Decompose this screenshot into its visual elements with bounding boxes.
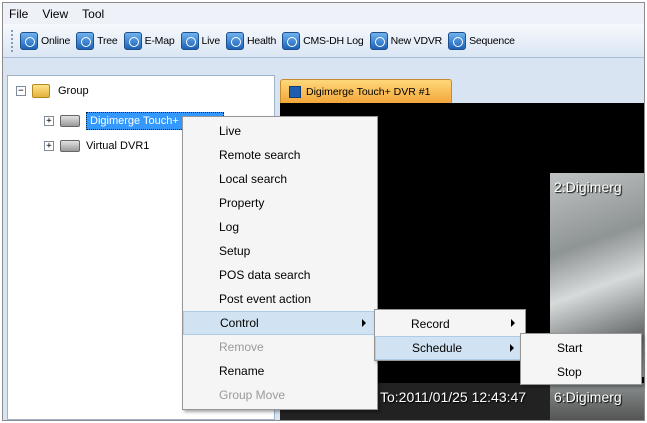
menu-file[interactable]: File bbox=[9, 7, 28, 21]
toolbar: Online Tree E-Map Live Health CMS-DH Log… bbox=[3, 24, 644, 58]
menu-item-remote-search[interactable]: Remote search bbox=[183, 143, 377, 167]
menu-item-label: Remote search bbox=[219, 148, 301, 162]
menu-view[interactable]: View bbox=[42, 7, 68, 21]
menu-item-label: POS data search bbox=[219, 268, 311, 282]
log-icon bbox=[282, 31, 301, 50]
dvr-icon bbox=[60, 140, 80, 152]
schedule-submenu: Start Stop bbox=[520, 333, 642, 385]
tab-dvr1[interactable]: Digimerge Touch+ DVR #1 bbox=[280, 79, 452, 103]
menu-item-label: Record bbox=[411, 317, 450, 331]
live-icon bbox=[180, 31, 199, 50]
tree-node-label: Virtual DVR1 bbox=[86, 140, 150, 152]
menu-item-label: Control bbox=[220, 316, 259, 330]
control-submenu: Record Schedule bbox=[374, 309, 526, 361]
tree-node-label: Group bbox=[58, 85, 89, 97]
toolbar-grip[interactable] bbox=[11, 29, 14, 52]
menu-item-label: Group Move bbox=[219, 388, 286, 402]
health-button[interactable]: Health bbox=[225, 31, 277, 50]
menu-tool[interactable]: Tool bbox=[82, 7, 104, 21]
menu-item-label: Log bbox=[219, 220, 240, 234]
tree-node-virtual-dvr[interactable]: + Virtual DVR1 bbox=[44, 140, 149, 152]
emap-button[interactable]: E-Map bbox=[123, 31, 175, 50]
menu-item-label: Property bbox=[219, 196, 265, 210]
menu-item-property[interactable]: Property bbox=[183, 191, 377, 215]
folder-icon bbox=[32, 84, 50, 98]
new-vdvr-button[interactable]: New VDVR bbox=[369, 31, 443, 50]
health-label: Health bbox=[246, 34, 277, 47]
tab-strip: Digimerge Touch+ DVR #1 bbox=[280, 77, 644, 103]
live-button[interactable]: Live bbox=[180, 31, 221, 50]
grid-icon bbox=[289, 85, 301, 98]
menu-item-label: Live bbox=[219, 124, 242, 138]
submenu-arrow-icon bbox=[362, 319, 366, 327]
menu-item-group-move: Group Move bbox=[183, 383, 377, 407]
collapse-icon[interactable]: − bbox=[16, 86, 26, 96]
sequence-button[interactable]: Sequence bbox=[448, 31, 515, 50]
health-icon bbox=[225, 31, 244, 50]
live-label: Live bbox=[201, 34, 221, 47]
tab-title: Digimerge Touch+ DVR #1 bbox=[306, 85, 431, 98]
camera-cell-6[interactable]: 6:Digimerg bbox=[550, 383, 644, 420]
cms-log-button[interactable]: CMS-DH Log bbox=[282, 31, 364, 50]
new-vdvr-label: New VDVR bbox=[390, 34, 443, 47]
menu-item-setup[interactable]: Setup bbox=[183, 239, 377, 263]
menu-item-pos-data-search[interactable]: POS data search bbox=[183, 263, 377, 287]
submenu-item-start[interactable]: Start bbox=[521, 336, 641, 360]
sequence-label: Sequence bbox=[469, 34, 515, 47]
submenu-item-record[interactable]: Record bbox=[375, 312, 525, 336]
menu-item-label: Local search bbox=[219, 172, 288, 186]
menu-item-label: Stop bbox=[557, 365, 582, 379]
menu-item-post-event-action[interactable]: Post event action bbox=[183, 287, 377, 311]
menu-item-live[interactable]: Live bbox=[183, 119, 377, 143]
menu-item-label: Setup bbox=[219, 244, 251, 258]
menu-item-rename[interactable]: Rename bbox=[183, 359, 377, 383]
online-button[interactable]: Online bbox=[20, 31, 71, 50]
menu-item-label: Remove bbox=[219, 340, 264, 354]
submenu-arrow-icon bbox=[510, 344, 514, 352]
vdvr-icon bbox=[369, 31, 388, 50]
menu-item-label: Rename bbox=[219, 364, 265, 378]
camera-label: 2:Digimerg bbox=[554, 179, 622, 195]
tree-button[interactable]: Tree bbox=[76, 31, 118, 50]
online-icon bbox=[20, 31, 38, 50]
menu-item-label: Schedule bbox=[412, 341, 463, 355]
menu-item-local-search[interactable]: Local search bbox=[183, 167, 377, 191]
cms-log-label: CMS-DH Log bbox=[303, 34, 364, 47]
tree-icon bbox=[76, 31, 95, 50]
online-label: Online bbox=[41, 34, 71, 47]
submenu-arrow-icon bbox=[511, 319, 515, 327]
menu-item-remove: Remove bbox=[183, 335, 377, 359]
submenu-item-stop[interactable]: Stop bbox=[521, 360, 641, 384]
dvr-icon bbox=[60, 115, 80, 127]
menu-item-control[interactable]: Control bbox=[183, 311, 377, 335]
submenu-item-schedule[interactable]: Schedule bbox=[375, 336, 525, 360]
tree-node-group[interactable]: − Group bbox=[16, 84, 89, 98]
expand-icon[interactable]: + bbox=[44, 116, 54, 126]
expand-icon[interactable]: + bbox=[44, 141, 54, 151]
menu-item-label: Post event action bbox=[219, 292, 312, 306]
menu-item-log[interactable]: Log bbox=[183, 215, 377, 239]
camera-label: 6:Digimerg bbox=[554, 389, 622, 405]
context-menu: Live Remote search Local search Property… bbox=[182, 116, 378, 410]
tree-label: Tree bbox=[97, 34, 118, 47]
sequence-icon bbox=[448, 31, 467, 50]
menu-item-label: Start bbox=[557, 341, 583, 355]
emap-icon bbox=[123, 31, 142, 50]
emap-label: E-Map bbox=[144, 34, 175, 47]
timestamp-overlay: To:2011/01/25 12:43:47 bbox=[380, 389, 527, 405]
menu-bar: File View Tool bbox=[3, 3, 644, 24]
